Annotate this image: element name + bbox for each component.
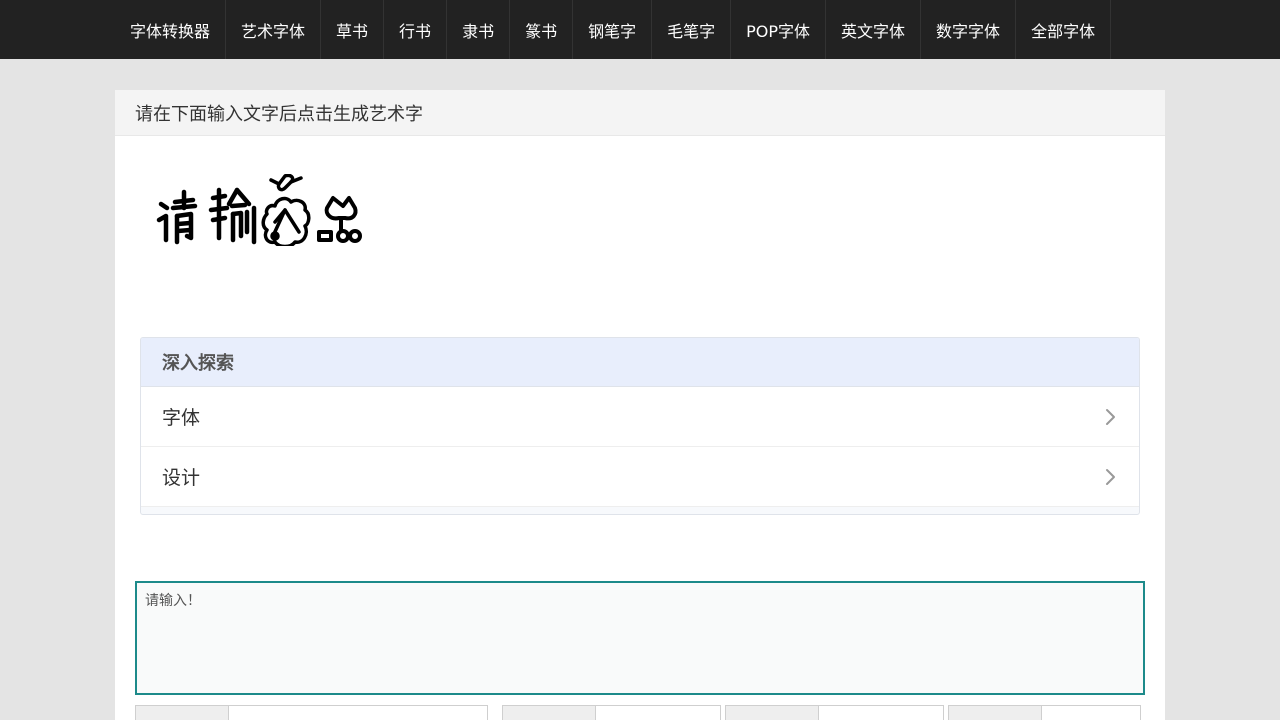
text-color-value[interactable] bbox=[1042, 706, 1140, 720]
explore-item-design[interactable]: 设计 bbox=[141, 447, 1139, 507]
nav-item-all-fonts[interactable]: 全部字体 bbox=[1016, 0, 1112, 59]
top-nav-list: 字体转换器 艺术字体 草书 行书 隶书 篆书 钢笔字 毛笔字 POP字体 英文字… bbox=[115, 0, 1280, 59]
nav-item-seal-script[interactable]: 篆书 bbox=[510, 0, 574, 59]
text-color-select[interactable] bbox=[948, 705, 1141, 720]
nav-item-cursive[interactable]: 草书 bbox=[321, 0, 385, 59]
background-color-value[interactable] bbox=[819, 706, 943, 720]
chevron-right-icon bbox=[1106, 468, 1115, 485]
art-text-preview bbox=[156, 174, 362, 246]
nav-item-pen-writing[interactable]: 钢笔字 bbox=[573, 0, 653, 59]
text-color-label bbox=[949, 706, 1042, 720]
explore-box: 深入探索 字体 设计 bbox=[140, 337, 1140, 515]
panel-title: 请在下面输入文字后点击生成艺术字 bbox=[115, 90, 1165, 136]
nav-item-brush-writing[interactable]: 毛笔字 bbox=[652, 0, 732, 59]
top-nav: 字体转换器 艺术字体 草书 行书 隶书 篆书 钢笔字 毛笔字 POP字体 英文字… bbox=[0, 0, 1280, 59]
explore-item-label: 设计 bbox=[162, 467, 201, 489]
options-row bbox=[135, 705, 1145, 720]
background-color-select[interactable] bbox=[725, 705, 944, 720]
text-input-box bbox=[135, 581, 1145, 695]
explore-item-fonts[interactable]: 字体 bbox=[141, 387, 1139, 447]
nav-item-number-fonts[interactable]: 数字字体 bbox=[921, 0, 1017, 59]
font-select[interactable] bbox=[135, 705, 488, 720]
nav-item-clerical-script[interactable]: 隶书 bbox=[447, 0, 511, 59]
text-input[interactable] bbox=[137, 583, 1143, 693]
nav-item-english-fonts[interactable]: 英文字体 bbox=[826, 0, 922, 59]
nav-item-font-converter[interactable]: 字体转换器 bbox=[115, 0, 227, 59]
nav-item-art-fonts[interactable]: 艺术字体 bbox=[226, 0, 322, 59]
explore-item-label: 字体 bbox=[162, 407, 201, 429]
size-select-value[interactable] bbox=[596, 706, 720, 720]
font-select-value[interactable] bbox=[229, 706, 487, 720]
nav-item-running-script[interactable]: 行书 bbox=[384, 0, 448, 59]
size-select-label bbox=[503, 706, 596, 720]
size-select[interactable] bbox=[502, 705, 721, 720]
explore-title: 深入探索 bbox=[141, 338, 1139, 387]
font-select-label bbox=[136, 706, 229, 720]
nav-item-pop-fonts[interactable]: POP字体 bbox=[731, 0, 827, 59]
background-color-label bbox=[726, 706, 819, 720]
chevron-right-icon bbox=[1106, 408, 1115, 425]
generator-panel: 请在下面输入文字后点击生成艺术字 深入探索 字体 设计 请输入！ bbox=[115, 90, 1165, 720]
